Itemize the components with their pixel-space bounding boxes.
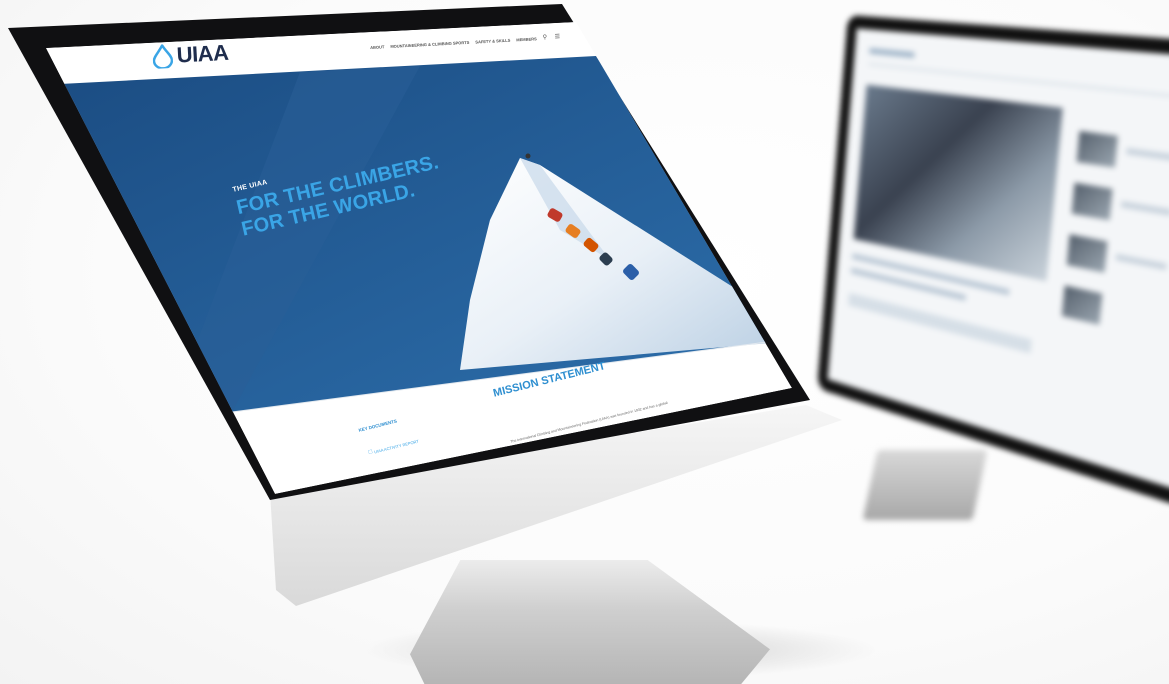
screen-content (46, 22, 792, 494)
nav-item-members[interactable]: MEMBERS (516, 36, 537, 42)
nav-item-about[interactable]: ABOUT (370, 44, 384, 50)
summit-climber (525, 153, 531, 159)
site-logo[interactable]: UIAA (152, 40, 229, 70)
menu-icon[interactable]: ☰ (555, 34, 561, 40)
search-icon[interactable]: ⚲ (543, 35, 549, 41)
logo-text: UIAA (175, 39, 230, 68)
logo-drop-icon (152, 43, 174, 69)
device-mockup-stage: UIAA ABOUT MOUNTAINEERING & CLIMBING SPO… (0, 0, 1169, 684)
document-icon: □ (368, 449, 373, 456)
